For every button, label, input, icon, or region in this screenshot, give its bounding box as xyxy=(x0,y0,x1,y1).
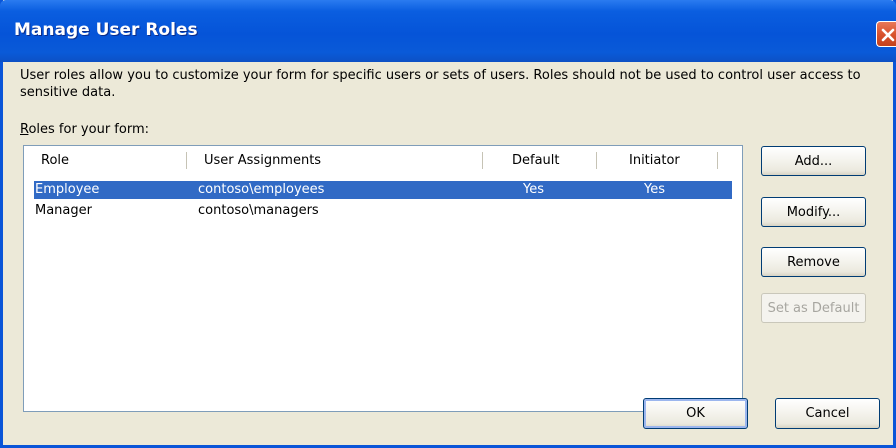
close-icon xyxy=(881,28,895,42)
table-row[interactable]: Employee contoso\employees Yes Yes xyxy=(34,181,732,199)
cancel-button[interactable]: Cancel xyxy=(775,398,880,429)
close-button[interactable] xyxy=(876,21,896,47)
add-button[interactable]: Add... xyxy=(761,146,866,176)
cell-role: Manager xyxy=(35,203,92,218)
cell-default: Yes xyxy=(523,182,544,197)
column-header-role[interactable]: Role xyxy=(41,146,69,175)
ok-button[interactable]: OK xyxy=(643,398,748,429)
roles-label: Roles for your form: xyxy=(20,122,149,137)
cell-user-assignments: contoso\employees xyxy=(198,182,325,197)
description-text: User roles allow you to customize your f… xyxy=(20,68,861,100)
dialog-window: Manage User Roles User roles allow you t… xyxy=(0,0,896,448)
remove-button[interactable]: Remove xyxy=(761,247,866,277)
title-bar[interactable]: Manage User Roles xyxy=(0,0,896,62)
column-separator[interactable] xyxy=(482,152,483,169)
window-title: Manage User Roles xyxy=(14,20,198,40)
column-separator[interactable] xyxy=(717,152,718,169)
column-separator[interactable] xyxy=(596,152,597,169)
cell-role: Employee xyxy=(35,182,100,197)
cell-initiator: Yes xyxy=(644,182,665,197)
roles-label-text: oles for your form: xyxy=(28,122,149,137)
column-header-default[interactable]: Default xyxy=(512,146,560,175)
column-separator[interactable] xyxy=(186,152,187,169)
set-as-default-button[interactable]: Set as Default xyxy=(761,293,866,323)
table-row[interactable]: Manager contoso\managers xyxy=(34,202,732,220)
column-header-user-assignments[interactable]: User Assignments xyxy=(204,146,321,175)
modify-button[interactable]: Modify... xyxy=(761,197,866,227)
column-header-initiator[interactable]: Initiator xyxy=(629,146,680,175)
roles-list[interactable]: Role User Assignments Default Initiator … xyxy=(23,145,743,412)
cell-user-assignments: contoso\managers xyxy=(198,203,319,218)
